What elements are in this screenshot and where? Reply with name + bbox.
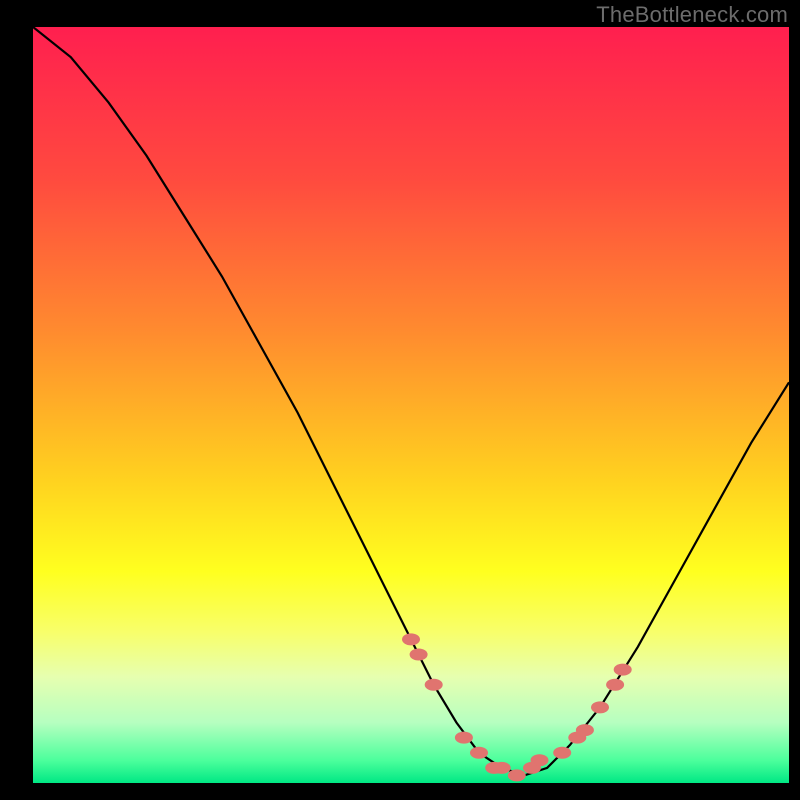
data-marker <box>553 747 571 759</box>
data-marker <box>425 679 443 691</box>
data-marker <box>410 649 428 661</box>
gradient-background <box>33 27 789 783</box>
data-marker <box>606 679 624 691</box>
data-marker <box>402 633 420 645</box>
attribution-text: TheBottleneck.com <box>596 2 788 28</box>
plot-area <box>33 27 789 783</box>
data-marker <box>614 664 632 676</box>
data-marker <box>470 747 488 759</box>
data-marker <box>493 762 511 774</box>
data-marker <box>455 732 473 744</box>
chart-container: TheBottleneck.com <box>0 0 800 800</box>
data-marker <box>576 724 594 736</box>
data-marker <box>508 769 526 781</box>
chart-svg <box>33 27 789 783</box>
data-marker <box>531 754 549 766</box>
data-marker <box>591 701 609 713</box>
